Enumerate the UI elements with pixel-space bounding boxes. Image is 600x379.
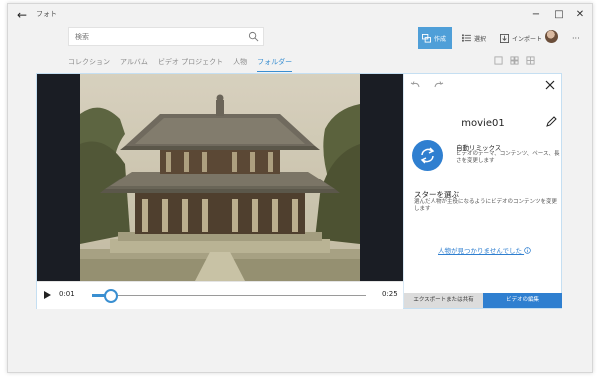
auto-remix-description: ビデオのテーマ、コンテンツ、ペース、長さを変更します: [456, 151, 560, 164]
view-single-icon[interactable]: [494, 56, 503, 65]
redo-icon[interactable]: [432, 80, 444, 92]
photos-app-window: ← フォト − □ ✕ 作成 選択: [7, 3, 593, 373]
movie-title: movie01: [461, 118, 505, 129]
player-controls: 0:01 0:25: [37, 281, 403, 309]
app-title: フォト: [36, 10, 57, 18]
no-people-found-link[interactable]: 人物が見つかりませんでした: [438, 245, 531, 255]
panel-action-buttons: エクスポートまたは共有 ビデオの編集: [404, 293, 562, 308]
search-input[interactable]: [75, 31, 245, 43]
remix-refresh-icon: [420, 147, 435, 164]
import-label: インポート: [512, 35, 543, 43]
edit-side-panel: movie01 自動リミックス ビデオのテーマ、コンテンツ、ペース、長さを変更し…: [403, 74, 562, 308]
edit-video-button[interactable]: ビデオの編集: [483, 293, 562, 308]
current-time: 0:01: [59, 290, 75, 298]
select-list-icon: [462, 34, 471, 42]
help-circle-icon: [524, 247, 531, 254]
import-icon: [500, 33, 509, 43]
tab-album[interactable]: アルバム: [120, 57, 148, 69]
tab-collection[interactable]: コレクション: [68, 57, 110, 69]
no-people-found-label: 人物が見つかりませんでした: [438, 247, 522, 255]
more-button[interactable]: ···: [568, 27, 584, 49]
maximize-button[interactable]: □: [551, 7, 567, 23]
undo-icon[interactable]: [410, 80, 422, 92]
auto-remix-button[interactable]: [412, 140, 443, 171]
choose-star-description: 選んだ人物が主役になるようにビデオのコンテンツを変更します: [414, 199, 558, 212]
search-box[interactable]: [68, 27, 264, 46]
tab-video-project[interactable]: ビデオ プロジェクト: [158, 57, 223, 69]
view-grid-icon[interactable]: [510, 56, 519, 65]
select-label: 選択: [474, 35, 487, 43]
create-label: 作成: [434, 35, 447, 43]
close-window-button[interactable]: ✕: [572, 7, 588, 23]
back-button[interactable]: ←: [14, 7, 30, 23]
tab-folder[interactable]: フォルダー: [257, 57, 293, 72]
video-preview[interactable]: [37, 74, 403, 281]
select-button[interactable]: 選択: [458, 27, 490, 49]
close-icon[interactable]: [544, 79, 556, 91]
export-share-button[interactable]: エクスポートまたは共有: [404, 293, 483, 308]
minimize-button[interactable]: −: [528, 7, 544, 23]
import-button[interactable]: インポート: [496, 27, 546, 49]
end-time: 0:25: [382, 290, 398, 298]
view-small-grid-icon[interactable]: [526, 56, 535, 65]
toolbar: 作成 選択 インポート ···: [8, 26, 592, 52]
video-frame-temple-image: [80, 74, 360, 281]
tab-people[interactable]: 人物: [233, 57, 247, 69]
seek-thumb[interactable]: [104, 289, 119, 303]
seek-slider[interactable]: [92, 289, 366, 303]
video-project-editor: 0:01 0:25 movie01 自動リミックス ビデオのテーマ、コンテンツ、…: [36, 73, 562, 309]
play-icon[interactable]: [44, 291, 51, 299]
nav-tabs: コレクション アルバム ビデオ プロジェクト 人物 フォルダー: [68, 57, 293, 72]
user-avatar[interactable]: [545, 30, 558, 43]
rename-pencil-icon[interactable]: [545, 116, 557, 128]
create-button[interactable]: 作成: [418, 27, 452, 49]
title-bar: ← フォト − □ ✕: [8, 4, 592, 26]
search-icon[interactable]: [248, 31, 259, 42]
create-icon: [422, 33, 431, 43]
